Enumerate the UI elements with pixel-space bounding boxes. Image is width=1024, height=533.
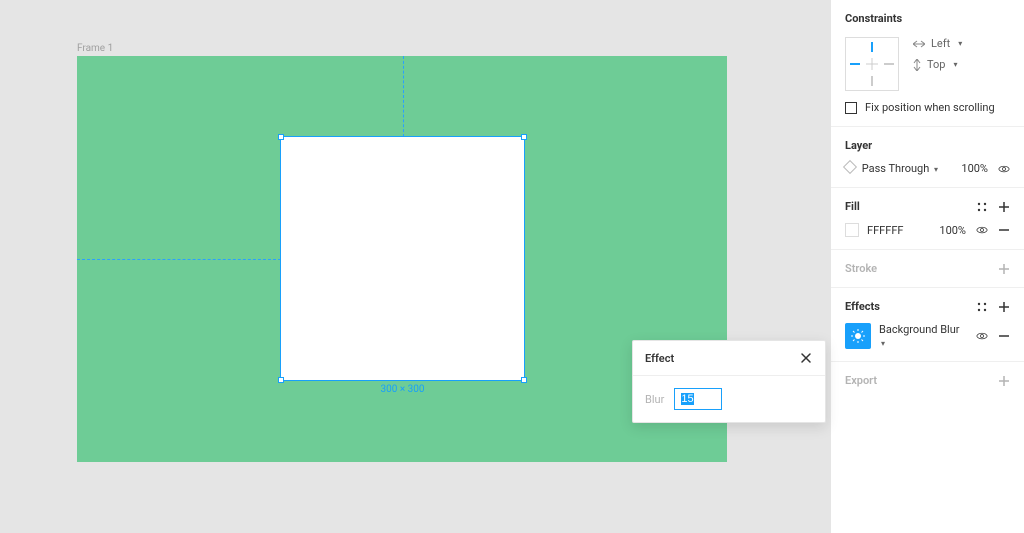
constraint-vertical-select[interactable]: Top ▾	[913, 58, 962, 71]
blur-value-input[interactable]	[674, 388, 722, 410]
fill-opacity-value[interactable]: 100%	[939, 224, 966, 237]
layer-title: Layer	[845, 139, 1010, 152]
chevron-down-icon: ▾	[953, 60, 957, 69]
add-stroke-icon[interactable]	[998, 263, 1010, 275]
effect-row-background-blur[interactable]: Background Blur ▾	[845, 323, 1010, 349]
constraints-section: Constraints Left ▾	[831, 0, 1024, 127]
fill-title: Fill	[845, 200, 860, 213]
fill-swatch[interactable]	[845, 223, 859, 237]
export-section: Export	[831, 362, 1024, 399]
add-effect-icon[interactable]	[998, 301, 1010, 313]
blur-field-label: Blur	[645, 393, 664, 406]
checkbox-icon	[845, 102, 857, 114]
visibility-icon[interactable]	[998, 163, 1010, 175]
fix-position-toggle[interactable]: Fix position when scrolling	[845, 101, 1010, 114]
constraint-horizontal-value: Left	[931, 37, 950, 50]
effect-settings-icon[interactable]	[845, 323, 871, 349]
visibility-icon[interactable]	[976, 224, 988, 236]
selection-dimensions-label: 300 × 300	[280, 384, 525, 395]
effects-title: Effects	[845, 300, 880, 313]
remove-effect-icon[interactable]	[998, 330, 1010, 342]
layer-section: Layer Pass Through ▾ 100%	[831, 127, 1024, 188]
close-icon[interactable]	[799, 351, 813, 365]
style-picker-icon[interactable]	[976, 301, 988, 313]
alignment-guide-vertical	[403, 56, 404, 137]
stroke-title: Stroke	[845, 262, 877, 275]
constraints-title: Constraints	[845, 12, 1010, 25]
stroke-section: Stroke	[831, 250, 1024, 288]
blend-mode-select[interactable]: Pass Through ▾	[845, 162, 938, 175]
effects-section: Effects Background Blur ▾	[831, 288, 1024, 362]
resize-handle-bottom-left[interactable]	[278, 377, 284, 383]
add-export-icon[interactable]	[998, 375, 1010, 387]
fill-hex-value[interactable]: FFFFFF	[867, 224, 903, 237]
visibility-icon[interactable]	[976, 330, 988, 342]
blend-mode-icon	[843, 160, 857, 174]
selected-rectangle[interactable]	[280, 136, 525, 381]
frame-label[interactable]: Frame 1	[77, 43, 113, 54]
horizontal-arrows-icon	[913, 40, 925, 48]
constraint-diagram[interactable]	[845, 37, 899, 91]
layer-opacity-value[interactable]: 100%	[961, 162, 988, 175]
fix-position-label: Fix position when scrolling	[865, 101, 995, 114]
vertical-arrows-icon	[913, 59, 921, 71]
add-fill-icon[interactable]	[998, 201, 1010, 213]
style-picker-icon[interactable]	[976, 201, 988, 213]
effect-type-value: Background Blur	[879, 323, 960, 336]
chevron-down-icon: ▾	[958, 39, 962, 48]
alignment-guide-horizontal	[77, 259, 281, 260]
constraint-vertical-value: Top	[927, 58, 945, 71]
constraint-horizontal-select[interactable]: Left ▾	[913, 37, 962, 50]
fill-color-row[interactable]: FFFFFF	[845, 223, 903, 237]
effect-settings-popover: Effect Blur	[632, 340, 826, 423]
effect-popover-title: Effect	[645, 352, 674, 365]
resize-handle-bottom-right[interactable]	[521, 377, 527, 383]
chevron-down-icon: ▾	[881, 339, 885, 348]
chevron-down-icon: ▾	[934, 165, 938, 174]
resize-handle-top-right[interactable]	[521, 134, 527, 140]
panel-scrollbar[interactable]	[830, 0, 831, 533]
design-canvas[interactable]: Frame 1 300 × 300	[0, 0, 824, 533]
export-title: Export	[845, 374, 877, 387]
effect-type-select[interactable]: Background Blur ▾	[879, 323, 968, 349]
resize-handle-top-left[interactable]	[278, 134, 284, 140]
blend-mode-value: Pass Through	[862, 162, 930, 175]
inspector-panel: Constraints Left ▾	[830, 0, 1024, 533]
remove-fill-icon[interactable]	[998, 224, 1010, 236]
fill-section: Fill FFFFFF 100%	[831, 188, 1024, 250]
